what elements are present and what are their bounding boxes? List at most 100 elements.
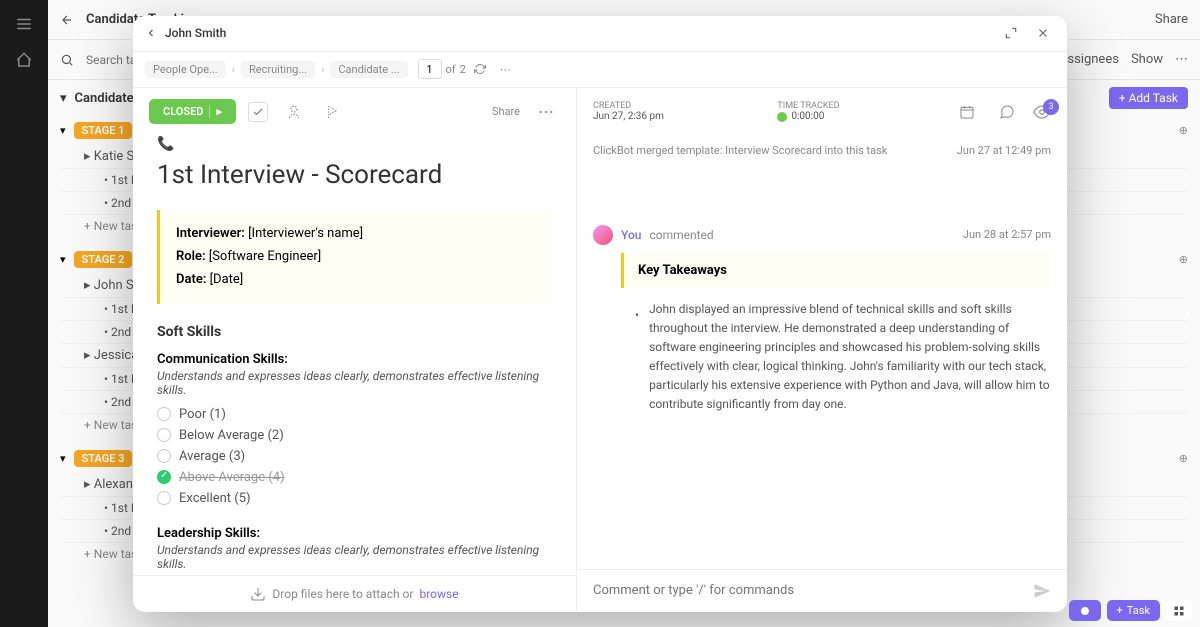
radio-list: Poor (1) Below Average (2) Average (3) A… (157, 407, 552, 506)
radio-circle-icon (157, 449, 171, 463)
page-of-label: of (446, 63, 456, 76)
date-value: [Date] (210, 272, 244, 287)
record-button[interactable] (1069, 600, 1101, 621)
breadcrumb-item[interactable]: Candidate ... (330, 61, 407, 78)
activity-text: ClickBot merged template: Interview Scor… (593, 144, 887, 157)
chevron-right-icon: › (232, 63, 235, 76)
left-content: 📞 1st Interview - Scorecard Interviewer:… (133, 136, 576, 575)
status-check-button[interactable] (248, 102, 268, 122)
bullet-text: John displayed an impressive blend of te… (649, 300, 1051, 415)
status-button[interactable]: CLOSED ▸ (149, 99, 236, 124)
right-toolbar: CREATED Jun 27, 2:36 pm TIME TRACKED 0:0… (577, 88, 1067, 136)
modal-overlay: John Smith People Ope... › Recruiting...… (0, 0, 1200, 627)
apps-button[interactable] (1166, 600, 1192, 621)
comment-author: You (621, 228, 641, 242)
radio-option[interactable]: Above Average (4) (157, 470, 552, 485)
skill-block: Communication Skills: Understands and ex… (157, 352, 552, 506)
activity-time: Jun 27 at 12:49 pm (957, 144, 1051, 157)
breadcrumb-more-icon[interactable]: ⋯ (500, 63, 511, 76)
avatar (593, 225, 613, 245)
radio-label: Poor (1) (179, 407, 226, 422)
task-title[interactable]: 1st Interview - Scorecard (157, 160, 552, 190)
radio-label: Below Average (2) (179, 428, 284, 443)
breadcrumb-item[interactable]: People Ope... (145, 61, 226, 78)
browse-link[interactable]: browse (419, 587, 458, 601)
modal-top-bar: John Smith (133, 16, 1067, 52)
radio-option[interactable]: Excellent (5) (157, 491, 552, 506)
role-value: [Software Engineer] (209, 249, 321, 264)
comment-input[interactable] (593, 583, 1025, 598)
date-icon[interactable] (953, 98, 981, 126)
task-type-icon: 📞 (157, 136, 552, 152)
tracked-block: TIME TRACKED 0:00:00 (777, 101, 839, 122)
priority-icon[interactable] (320, 98, 348, 126)
radio-circle-icon (157, 407, 171, 421)
comment-time: Jun 28 at 2:57 pm (963, 228, 1051, 241)
radio-option[interactable]: Average (3) (157, 449, 552, 464)
play-icon[interactable] (777, 112, 787, 122)
chat-icon[interactable] (993, 98, 1021, 126)
comment-takeaways-box: Key Takeaways (621, 253, 1051, 288)
bullet-icon: • (635, 306, 639, 415)
comment-input-row (577, 569, 1067, 612)
watcher-count: 3 (1043, 99, 1059, 115)
radio-option[interactable]: Below Average (2) (157, 428, 552, 443)
radio-label: Above Average (4) (179, 470, 285, 485)
role-label: Role: (176, 249, 206, 264)
modal-back-icon[interactable] (145, 27, 157, 39)
radio-label: Average (3) (179, 449, 245, 464)
drop-text: Drop files here to attach or (272, 587, 413, 601)
activity-item: ClickBot merged template: Interview Scor… (593, 136, 1051, 165)
created-label: CREATED (593, 101, 664, 111)
status-chevron-icon: ▸ (209, 105, 222, 118)
breadcrumb-pager: of 2 (418, 59, 486, 79)
close-icon[interactable] (1031, 21, 1055, 45)
page-input[interactable] (418, 59, 442, 79)
page-total: 2 (460, 63, 466, 76)
drop-zone[interactable]: Drop files here to attach or browse (133, 575, 576, 612)
skill-description: Understands and expresses ideas clearly,… (157, 369, 552, 397)
comment-action: commented (649, 228, 713, 242)
comment-block: You commented Jun 28 at 2:57 pm Key Take… (593, 225, 1051, 415)
new-task-button[interactable]: +Task (1107, 600, 1160, 621)
toolbar-more-icon[interactable]: ⋯ (532, 98, 560, 126)
modal-candidate-name: John Smith (165, 26, 226, 40)
skill-name: Leadership Skills: (157, 526, 552, 541)
refresh-icon[interactable] (474, 63, 486, 75)
radio-option[interactable]: Poor (1) (157, 407, 552, 422)
created-block: CREATED Jun 27, 2:36 pm (593, 101, 664, 122)
radio-circle-icon (157, 491, 171, 505)
skill-block: Leadership Skills: Understands and expre… (157, 526, 552, 575)
skill-name: Communication Skills: (157, 352, 552, 367)
watchers[interactable]: 3 (1033, 103, 1051, 121)
interviewer-value: [Interviewer's name] (248, 226, 363, 241)
skill-description: Understands and expresses ideas clearly,… (157, 543, 552, 571)
next-arrow-icon[interactable] (1176, 304, 1196, 324)
send-icon[interactable] (1033, 582, 1051, 600)
comment-header: You commented Jun 28 at 2:57 pm (593, 225, 1051, 245)
tracked-label: TIME TRACKED (777, 101, 839, 111)
radio-label: Excellent (5) (179, 491, 251, 506)
interviewer-label: Interviewer: (176, 226, 245, 241)
comment-bullet: • John displayed an impressive blend of … (635, 300, 1051, 415)
breadcrumb-item[interactable]: Recruiting... (241, 61, 315, 78)
left-toolbar: CLOSED ▸ Share ⋯ (133, 88, 576, 136)
left-pane: CLOSED ▸ Share ⋯ (133, 88, 577, 612)
created-value: Jun 27, 2:36 pm (593, 111, 664, 122)
right-pane: CREATED Jun 27, 2:36 pm TIME TRACKED 0:0… (577, 88, 1067, 612)
expand-icon[interactable] (999, 21, 1023, 45)
breadcrumb: People Ope... › Recruiting... › Candidat… (133, 52, 1067, 88)
soft-skills-heading: Soft Skills (157, 324, 552, 340)
chevron-right-icon: › (321, 63, 324, 76)
status-label: CLOSED (163, 105, 203, 118)
activity-area: ClickBot merged template: Interview Scor… (577, 136, 1067, 569)
share-icon[interactable]: Share (492, 98, 520, 126)
date-label: Date: (176, 272, 206, 287)
tracked-value: 0:00:00 (791, 111, 824, 122)
assignee-add-icon[interactable] (280, 98, 308, 126)
radio-circle-icon (157, 428, 171, 442)
radio-circle-icon (157, 470, 171, 484)
interview-meta-block: Interviewer: [Interviewer's name] Role: … (157, 210, 552, 304)
modal-body: CLOSED ▸ Share ⋯ (133, 88, 1067, 612)
takeaways-title: Key Takeaways (638, 263, 1037, 278)
